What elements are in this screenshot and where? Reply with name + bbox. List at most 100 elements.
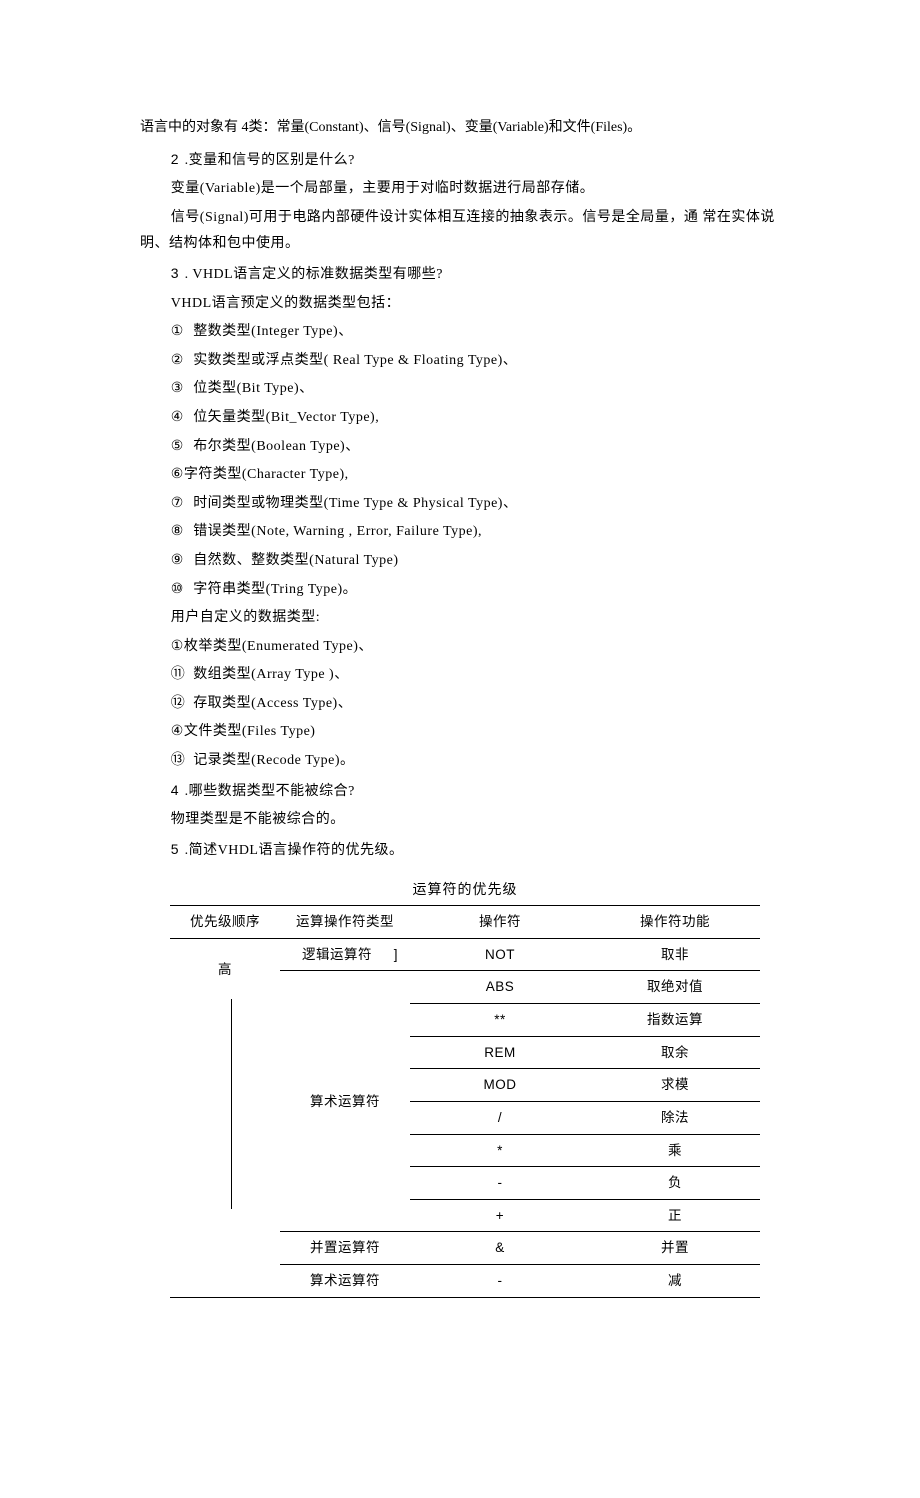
q3-text: . VHDL语言定义的标准数据类型有哪些? [181, 267, 443, 282]
op-cell: - [410, 1167, 590, 1200]
fn-cell: 负 [590, 1167, 760, 1200]
q3-num: 3 [171, 265, 181, 281]
op-cell: & [410, 1232, 590, 1265]
q3-item-1: ①整数类型(Integer Type)、 [140, 319, 790, 346]
q3-item-7: ⑦时间类型或物理类型(Time Type & Physical Type)、 [140, 491, 790, 518]
table-row: 高 逻辑运算符] NOT 取非 [170, 938, 760, 971]
q2-answer-2: 信号(Signal)可用于电路内部硬件设计实体相互连接的抽象表示。信号是全局量，… [140, 205, 790, 258]
kind-cell: 并置运算符 [280, 1232, 410, 1265]
priority-arrow-line [231, 999, 232, 1209]
q5-text: .简述VHDL语言操作符的优先级。 [181, 843, 404, 858]
kind-cell: 算术运算符 [280, 1265, 410, 1298]
q3-item-5-num: ⑤ [171, 434, 193, 461]
q3-userdef-4-num: ④ [171, 719, 184, 746]
q3-item-8-text: 错误类型(Note, Warning , Error, Failure Type… [193, 524, 482, 539]
q2-question: 2 .变量和信号的区别是什么? [140, 146, 790, 175]
fn-cell: 求模 [590, 1069, 760, 1102]
q3-item-10-num: ⑩ [171, 577, 193, 604]
op-cell: * [410, 1134, 590, 1167]
q3-userdef-3-text: 存取类型(Access Type)、 [193, 696, 352, 711]
bracket-icon: ] [394, 942, 404, 968]
q5-num: 5 [171, 841, 181, 857]
q4-answer: 物理类型是不能被综合的。 [140, 807, 790, 834]
q3-item-2-text: 实数类型或浮点类型( Real Type & Floating Type)、 [193, 353, 517, 368]
q4-num: 4 [171, 782, 181, 798]
q3-userdef-1-text: 枚举类型(Enumerated Type)、 [184, 639, 373, 654]
q2-answer-1: 变量(Variable)是一个局部量，主要用于对临时数据进行局部存储。 [140, 176, 790, 203]
q3-userdef-2: ⑪数组类型(Array Type )、 [140, 662, 790, 689]
priority-order-cell: 高 [170, 938, 280, 1297]
q3-item-5: ⑤布尔类型(Boolean Type)、 [140, 434, 790, 461]
op-cell: ABS [410, 971, 590, 1004]
q3-item-9-num: ⑨ [171, 548, 193, 575]
op-cell: / [410, 1101, 590, 1134]
q3-item-4-text: 位矢量类型(Bit_Vector Type), [193, 410, 379, 425]
th-kind: 运算操作符类型 [280, 906, 410, 939]
q3-userdef-3: ⑫存取类型(Access Type)、 [140, 691, 790, 718]
q3-userdef-5-text: 记录类型(Recode Type)。 [193, 753, 354, 768]
q3-item-6-num: ⑥ [171, 462, 184, 489]
q3-intro: VHDL语言预定义的数据类型包括： [140, 291, 790, 318]
kind-cell: 逻辑运算符] [280, 938, 410, 971]
q3-item-10: ⑩字符串类型(Tring Type)。 [140, 577, 790, 604]
q3-item-10-text: 字符串类型(Tring Type)。 [193, 582, 357, 597]
operator-precedence-table: 优先级顺序 运算操作符类型 操作符 操作符功能 高 逻辑运算符] NOT 取非 … [170, 905, 760, 1298]
q3-userdef-4-text: 文件类型(Files Type) [184, 724, 316, 739]
op-cell: + [410, 1199, 590, 1232]
table-title: 运算符的优先级 [140, 878, 790, 905]
q2-text: .变量和信号的区别是什么? [181, 153, 355, 168]
q3-userdef-4: ④文件类型(Files Type) [140, 719, 790, 746]
priority-high-label: 高 [170, 957, 280, 983]
q3-item-4-num: ④ [171, 405, 193, 432]
q3-item-2-num: ② [171, 348, 193, 375]
q3-userdef-2-text: 数组类型(Array Type )、 [193, 667, 349, 682]
q3-item-3-num: ③ [171, 376, 193, 403]
q2-num: 2 [171, 151, 181, 167]
q3-item-4: ④位矢量类型(Bit_Vector Type), [140, 405, 790, 432]
q3-userdef-1-num: ① [171, 634, 184, 661]
q3-item-7-num: ⑦ [171, 491, 193, 518]
op-cell: NOT [410, 938, 590, 971]
th-priority: 优先级顺序 [170, 906, 280, 939]
kind-cell: 算术运算符 [280, 971, 410, 1232]
intro-line: 语言中的对象有 4类：常量(Constant)、信号(Signal)、变量(Va… [140, 115, 790, 142]
kind-label: 逻辑运算符 [302, 947, 372, 962]
q3-userdef-intro: 用户自定义的数据类型: [140, 605, 790, 632]
fn-cell: 取非 [590, 938, 760, 971]
q3-item-8: ⑧错误类型(Note, Warning , Error, Failure Typ… [140, 519, 790, 546]
fn-cell: 并置 [590, 1232, 760, 1265]
table-header-row: 优先级顺序 运算操作符类型 操作符 操作符功能 [170, 906, 760, 939]
fn-cell: 指数运算 [590, 1003, 760, 1036]
q4-text: .哪些数据类型不能被综合? [181, 784, 355, 799]
q2-answer-2-wrap: 信号(Signal)可用于电路内部硬件设计实体相互连接的抽象表示。信号是全局量，… [140, 205, 790, 258]
q3-item-1-num: ① [171, 319, 193, 346]
fn-cell: 减 [590, 1265, 760, 1298]
th-fn: 操作符功能 [590, 906, 760, 939]
q3-item-5-text: 布尔类型(Boolean Type)、 [193, 439, 360, 454]
q3-item-1-text: 整数类型(Integer Type)、 [193, 324, 353, 339]
q3-item-7-text: 时间类型或物理类型(Time Type & Physical Type)、 [193, 496, 517, 511]
th-op: 操作符 [410, 906, 590, 939]
q3-item-9-text: 自然数、整数类型(Natural Type) [193, 553, 398, 568]
q3-item-9: ⑨自然数、整数类型(Natural Type) [140, 548, 790, 575]
q3-item-6: ⑥字符类型(Character Type), [140, 462, 790, 489]
fn-cell: 正 [590, 1199, 760, 1232]
q3-item-8-num: ⑧ [171, 519, 193, 546]
fn-cell: 取绝对值 [590, 971, 760, 1004]
fn-cell: 取余 [590, 1036, 760, 1069]
q4-question: 4 .哪些数据类型不能被综合? [140, 777, 790, 806]
q3-userdef-1: ①枚举类型(Enumerated Type)、 [140, 634, 790, 661]
operator-precedence-table-wrap: 优先级顺序 运算操作符类型 操作符 操作符功能 高 逻辑运算符] NOT 取非 … [140, 905, 790, 1298]
op-cell: - [410, 1265, 590, 1298]
q3-userdef-3-num: ⑫ [171, 691, 193, 718]
q3-item-2: ②实数类型或浮点类型( Real Type & Floating Type)、 [140, 348, 790, 375]
op-cell: REM [410, 1036, 590, 1069]
fn-cell: 除法 [590, 1101, 760, 1134]
q3-userdef-5-num: ⑬ [171, 748, 193, 775]
q3-item-3-text: 位类型(Bit Type)、 [193, 381, 313, 396]
q3-userdef-5: ⑬记录类型(Recode Type)。 [140, 748, 790, 775]
q3-item-3: ③位类型(Bit Type)、 [140, 376, 790, 403]
q3-question: 3 . VHDL语言定义的标准数据类型有哪些? [140, 260, 790, 289]
q3-userdef-2-num: ⑪ [171, 662, 193, 689]
q5-question: 5 .简述VHDL语言操作符的优先级。 [140, 836, 790, 865]
